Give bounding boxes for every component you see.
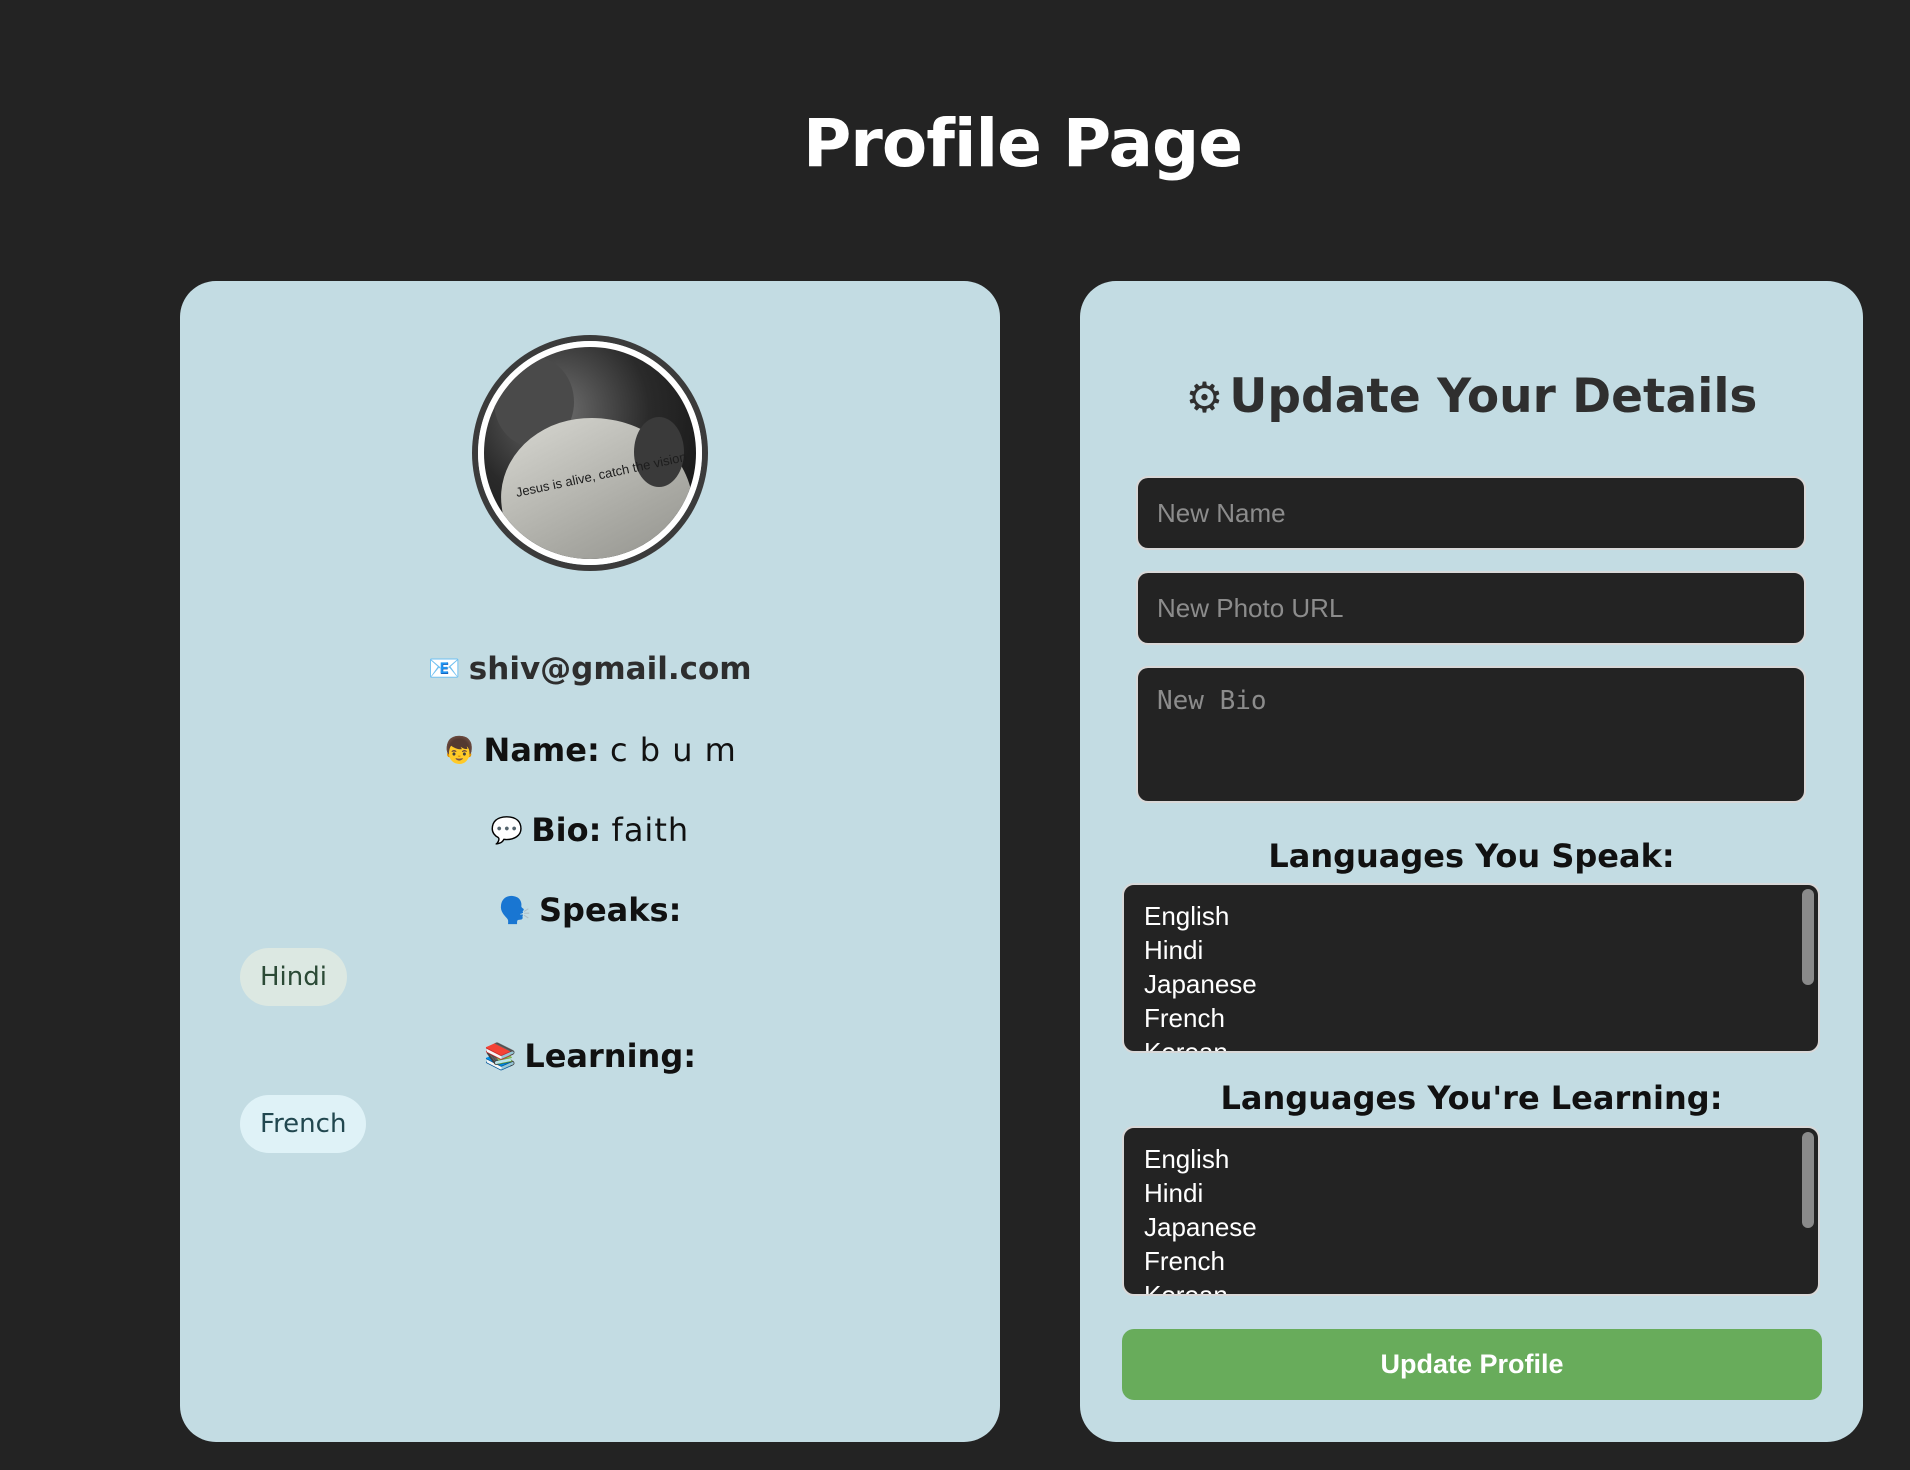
books-icon: 📚	[483, 1042, 517, 1072]
learn-option-hindi[interactable]: Hindi	[1144, 1176, 1818, 1210]
new-bio-textarea[interactable]	[1136, 666, 1806, 803]
update-title: ⚙ Update Your Details	[1080, 369, 1863, 424]
speak-option-japanese[interactable]: Japanese	[1144, 967, 1818, 1001]
speaking-head-icon: 🗣️	[498, 896, 531, 926]
speak-scrollbar[interactable]	[1802, 889, 1814, 985]
speech-bubble-icon: 💬	[490, 816, 524, 846]
name-label: Name:	[483, 731, 600, 769]
new-name-input[interactable]	[1136, 476, 1806, 550]
speaks-heading: 🗣️ Speaks:	[180, 891, 1000, 929]
new-photo-url-input[interactable]	[1136, 571, 1806, 645]
learning-tag: French	[240, 1095, 367, 1153]
email-line: 📧 shiv@gmail.com	[180, 651, 1000, 687]
gear-icon: ⚙	[1185, 373, 1224, 422]
update-title-text: Update Your Details	[1229, 369, 1758, 424]
languages-learning-select[interactable]: English Hindi Japanese French Korean	[1122, 1126, 1820, 1296]
speak-option-hindi[interactable]: Hindi	[1144, 933, 1818, 967]
update-card: ⚙Update Your Details Languages You Speak…	[1080, 281, 1863, 1442]
learning-heading: 📚 Learning:	[180, 1037, 1000, 1075]
envelope-icon: 📧	[428, 654, 461, 684]
boy-icon: 👦	[443, 736, 476, 766]
email-value: shiv@gmail.com	[468, 651, 752, 687]
speak-option-french[interactable]: French	[1144, 1001, 1818, 1035]
avatar: Jesus is alive, catch the vision	[478, 341, 702, 565]
speak-option-korean[interactable]: Korean	[1144, 1035, 1818, 1051]
learning-label: Learning:	[524, 1037, 697, 1075]
update-profile-button[interactable]: Update Profile	[1122, 1329, 1822, 1400]
bio-line: 💬 Bio: faith	[180, 811, 1000, 849]
learn-scrollbar[interactable]	[1802, 1132, 1814, 1228]
page-title: Profile Page	[802, 105, 1243, 182]
speak-option-english[interactable]: English	[1144, 899, 1818, 933]
learn-option-japanese[interactable]: Japanese	[1144, 1210, 1818, 1244]
learn-option-english[interactable]: English	[1144, 1142, 1818, 1176]
languages-speak-select[interactable]: English Hindi Japanese French Korean	[1122, 883, 1820, 1053]
name-line: 👦 Name: c b u m	[180, 731, 1000, 769]
speaks-label: Speaks:	[539, 891, 682, 929]
learn-option-korean[interactable]: Korean	[1144, 1278, 1818, 1294]
bio-value: faith	[611, 811, 690, 849]
languages-speak-label: Languages You Speak:	[1268, 837, 1675, 875]
learn-option-french[interactable]: French	[1144, 1244, 1818, 1278]
bio-label: Bio:	[531, 811, 602, 849]
languages-learning-label: Languages You're Learning:	[1220, 1079, 1723, 1117]
profile-card: Jesus is alive, catch the vision 📧 shiv@g…	[180, 281, 1000, 1442]
speaks-tag: Hindi	[240, 948, 347, 1006]
name-value: c b u m	[609, 731, 737, 769]
